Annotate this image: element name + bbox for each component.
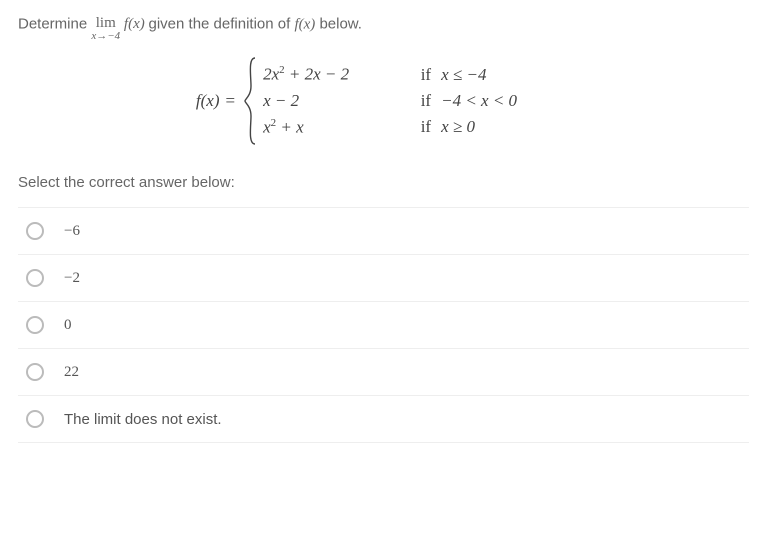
radio-icon	[26, 222, 44, 240]
case-if: if	[403, 91, 441, 111]
func-fx: f(x)	[124, 16, 149, 32]
case-cond: −4 < x < 0	[441, 91, 571, 111]
answer-option[interactable]: −2	[18, 255, 749, 302]
piecewise-definition: f(x) = 2x2 + 2x − 2 if x ≤ −4 x − 2 if −…	[18, 56, 749, 146]
case-cond: x ≤ −4	[441, 65, 571, 85]
func-fx2: f(x)	[294, 16, 315, 32]
question-mid: given the definition of	[149, 15, 295, 32]
answer-option[interactable]: The limit does not exist.	[18, 396, 749, 443]
case-cond: x ≥ 0	[441, 117, 571, 137]
case-if: if	[403, 65, 441, 85]
answer-option[interactable]: 22	[18, 349, 749, 396]
case-if: if	[403, 117, 441, 137]
piecewise-cases: 2x2 + 2x − 2 if x ≤ −4 x − 2 if −4 < x <…	[257, 60, 571, 141]
case-expr: x2 + x	[263, 117, 403, 138]
answer-options: −6 −2 0 22 The limit does not exist.	[18, 207, 749, 443]
question-prefix: Determine	[18, 15, 91, 32]
question-suffix: below.	[319, 15, 362, 32]
limit-notation: lim x→−4	[91, 16, 120, 42]
equals-sign: =	[226, 91, 236, 111]
radio-icon	[26, 410, 44, 428]
answer-option[interactable]: 0	[18, 302, 749, 349]
radio-icon	[26, 316, 44, 334]
piecewise-lhs: f(x)	[196, 91, 220, 111]
radio-icon	[26, 269, 44, 287]
option-label: The limit does not exist.	[64, 411, 222, 428]
left-brace-icon	[243, 56, 257, 146]
select-prompt: Select the correct answer below:	[18, 174, 749, 191]
option-label: −6	[64, 223, 80, 240]
radio-icon	[26, 363, 44, 381]
case-expr: 2x2 + 2x − 2	[263, 64, 403, 85]
option-label: −2	[64, 270, 80, 287]
option-label: 22	[64, 364, 79, 381]
option-label: 0	[64, 317, 72, 334]
case-expr: x − 2	[263, 91, 403, 111]
answer-option[interactable]: −6	[18, 208, 749, 255]
question-stem: Determine lim x→−4 f(x) given the defini…	[18, 12, 749, 38]
